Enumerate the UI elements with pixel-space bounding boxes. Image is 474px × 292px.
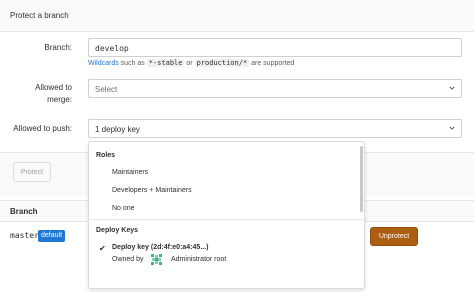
roles-header: Roles bbox=[96, 152, 116, 159]
branch-label: Branch: bbox=[44, 43, 72, 52]
push-label: Allowed to push: bbox=[13, 124, 72, 133]
role-option-no-one[interactable]: No one bbox=[112, 205, 135, 212]
protect-button[interactable]: Protect bbox=[13, 162, 51, 182]
dropdown-scrollbar[interactable] bbox=[360, 146, 363, 212]
dropdown-divider bbox=[89, 219, 364, 220]
unprotect-button[interactable]: Unprotect bbox=[370, 227, 418, 246]
push-access-value: 1 deploy key bbox=[95, 125, 140, 134]
deploy-key-owner: Administrator root bbox=[171, 256, 227, 263]
checkmark-icon: ✔ bbox=[99, 244, 106, 253]
branch-column-header: Branch bbox=[10, 207, 38, 216]
role-option-maintainers[interactable]: Maintainers bbox=[112, 169, 148, 176]
merge-label-line2: merge: bbox=[47, 95, 72, 104]
panel-header: Protect a branch bbox=[0, 0, 474, 32]
branch-input-value: develop bbox=[95, 44, 129, 53]
chevron-down-icon bbox=[449, 86, 455, 90]
merge-label-line1: Allowed to bbox=[35, 83, 72, 92]
wildcards-link[interactable]: Wildcards bbox=[88, 60, 119, 67]
deploy-key-owned-by: Owned by bbox=[112, 256, 144, 263]
avatar bbox=[150, 253, 163, 266]
wildcard-help: Wildcards such as *-stable or production… bbox=[88, 59, 294, 67]
deploy-key-option[interactable]: Deploy key (2d:4f:e0:a4:45...) bbox=[112, 244, 208, 251]
panel-title: Protect a branch bbox=[10, 11, 69, 20]
merge-access-dropdown[interactable]: Select bbox=[88, 79, 462, 98]
merge-access-placeholder: Select bbox=[95, 85, 118, 94]
help-text-2: or bbox=[184, 60, 195, 67]
push-access-dropdown-menu: Roles Maintainers Developers + Maintaine… bbox=[88, 141, 365, 289]
help-text-3: are supported bbox=[249, 60, 295, 67]
help-text-1: such as bbox=[118, 60, 147, 67]
deploy-keys-header: Deploy Keys bbox=[96, 227, 139, 234]
protected-branch-name: master bbox=[10, 231, 39, 240]
push-access-dropdown[interactable]: 1 deploy key bbox=[88, 119, 462, 138]
role-option-developers-maintainers[interactable]: Developers + Maintainers bbox=[112, 187, 192, 194]
help-code-1: *-stable bbox=[146, 59, 185, 67]
branch-input[interactable]: develop bbox=[88, 38, 462, 57]
help-code-2: production/* bbox=[194, 59, 250, 67]
default-badge: default bbox=[38, 230, 66, 242]
chevron-down-icon bbox=[449, 126, 455, 130]
